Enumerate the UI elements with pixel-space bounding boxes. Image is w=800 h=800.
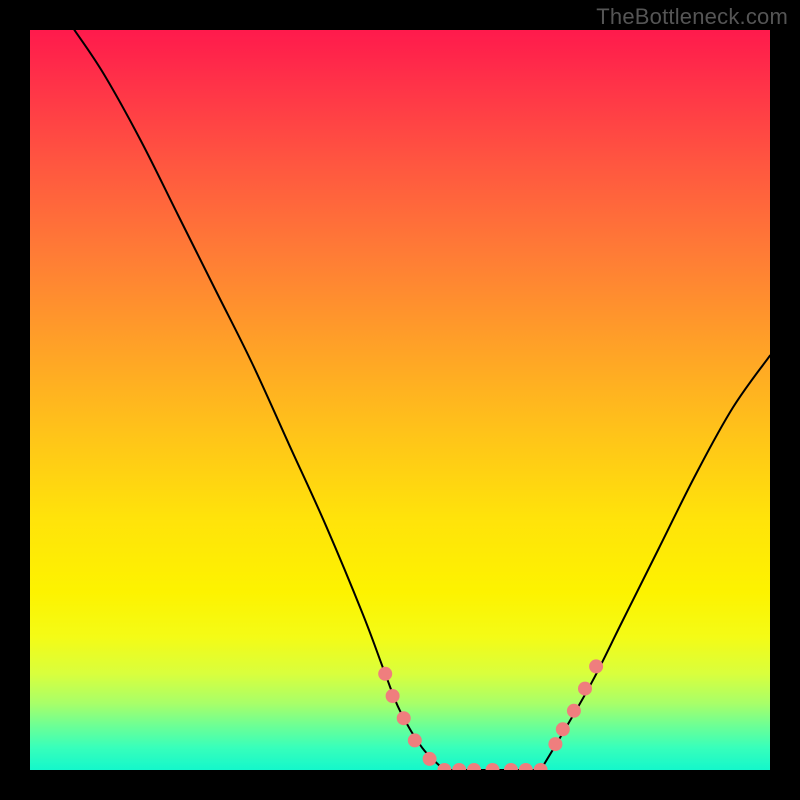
data-marker	[548, 737, 562, 751]
data-marker	[386, 689, 400, 703]
chart-frame: TheBottleneck.com	[0, 0, 800, 800]
data-marker	[467, 763, 481, 770]
left-branch-curve	[74, 30, 444, 770]
data-marker	[423, 752, 437, 766]
marker-group	[378, 659, 603, 770]
watermark-text: TheBottleneck.com	[596, 4, 788, 30]
data-marker	[534, 763, 548, 770]
data-marker	[504, 763, 518, 770]
data-marker	[486, 763, 500, 770]
data-marker	[556, 722, 570, 736]
data-marker	[519, 763, 533, 770]
bottleneck-chart-svg	[30, 30, 770, 770]
data-marker	[397, 711, 411, 725]
data-marker	[578, 682, 592, 696]
data-marker	[589, 659, 603, 673]
data-marker	[378, 667, 392, 681]
data-marker	[567, 704, 581, 718]
data-marker	[408, 733, 422, 747]
data-marker	[452, 763, 466, 770]
plot-area	[30, 30, 770, 770]
data-marker	[437, 763, 451, 770]
